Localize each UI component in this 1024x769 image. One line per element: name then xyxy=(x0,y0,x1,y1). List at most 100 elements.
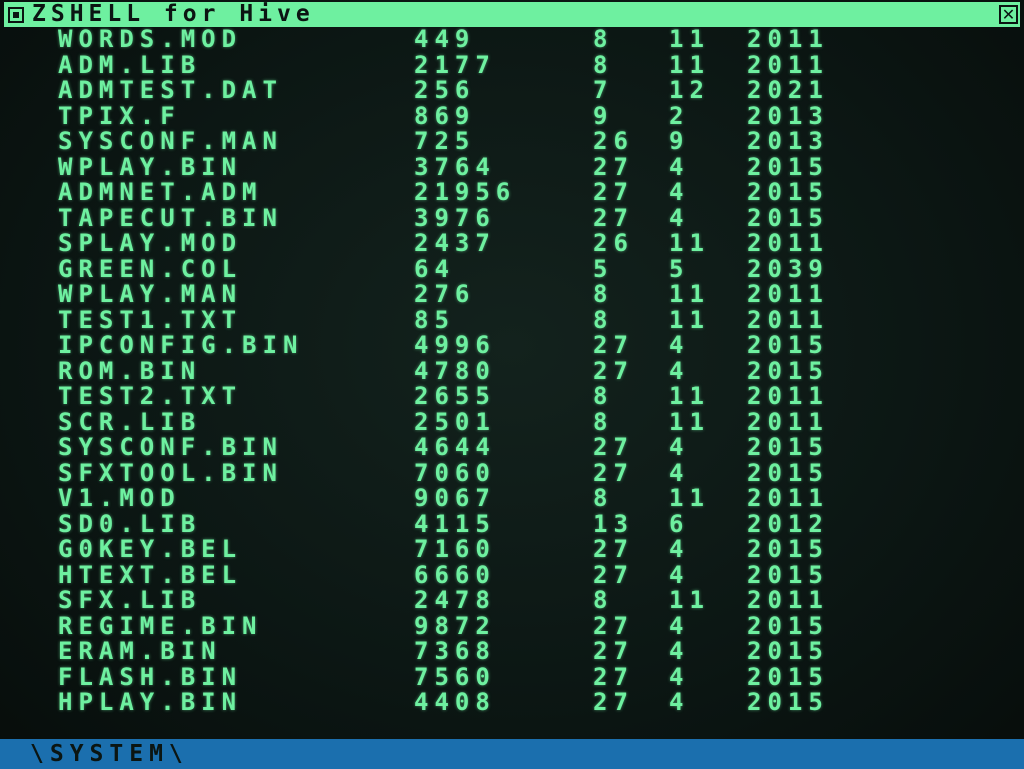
file-year: 2015 xyxy=(747,152,829,181)
file-row[interactable]: G0KEY.BEL 7160 27 4 2015 xyxy=(0,537,1024,562)
file-row[interactable]: TPIX.F 869 9 2 2013 xyxy=(0,101,1024,130)
file-size: 7160 xyxy=(414,535,496,563)
file-year: 2015 xyxy=(747,203,829,232)
file-row[interactable]: TEST1.TXT 85 8 11 2011 xyxy=(0,305,1024,334)
file-size: 3976 xyxy=(414,203,496,232)
file-day: 5 xyxy=(593,254,614,283)
file-day: 27 xyxy=(593,637,634,665)
file-month: 4 xyxy=(669,152,690,181)
file-day: 27 xyxy=(593,688,634,716)
file-day: 27 xyxy=(593,535,634,563)
status-bar: \SYSTEM\ xyxy=(0,739,1024,769)
file-row[interactable]: V1.MOD 9067 8 11 2011 xyxy=(0,486,1024,511)
file-month: 6 xyxy=(669,509,690,538)
file-month: 11 xyxy=(669,407,710,436)
file-size: 2177 xyxy=(414,50,496,79)
file-size: 276 xyxy=(414,280,476,308)
file-month: 11 xyxy=(669,382,710,410)
file-day: 27 xyxy=(593,560,634,589)
close-icon[interactable]: ✕ xyxy=(999,5,1018,24)
file-row[interactable]: SYSCONF.BIN 4644 27 4 2015 xyxy=(0,435,1024,460)
file-row[interactable]: ADMTEST.DAT 256 7 12 2021 xyxy=(0,78,1024,103)
file-row[interactable]: WORDS.MOD 449 8 11 2011 xyxy=(0,27,1024,52)
file-row[interactable]: ADMNET.ADM 21956 27 4 2015 xyxy=(0,180,1024,205)
file-size: 4408 xyxy=(414,688,496,716)
file-name: ROM.BIN xyxy=(58,356,202,385)
file-size: 2501 xyxy=(414,407,496,436)
file-size: 7368 xyxy=(414,637,496,665)
file-month: 11 xyxy=(669,484,710,512)
file-day: 13 xyxy=(593,509,634,538)
file-name: G0KEY.BEL xyxy=(58,535,243,563)
current-directory: \SYSTEM\ xyxy=(30,741,189,767)
file-day: 8 xyxy=(593,50,614,79)
file-year: 2015 xyxy=(747,688,829,716)
file-year: 2015 xyxy=(747,178,829,206)
file-row[interactable]: SFXTOOL.BIN 7060 27 4 2015 xyxy=(0,458,1024,487)
file-day: 7 xyxy=(593,76,614,104)
file-row[interactable]: TEST2.TXT 2655 8 11 2011 xyxy=(0,384,1024,409)
file-month: 4 xyxy=(669,458,690,487)
file-row[interactable]: SD0.LIB 4115 13 6 2012 xyxy=(0,509,1024,538)
file-size: 4780 xyxy=(414,356,496,385)
file-month: 4 xyxy=(669,356,690,385)
file-size: 725 xyxy=(414,127,476,155)
file-name: ADM.LIB xyxy=(58,50,202,79)
file-row[interactable]: SFX.LIB 2478 8 11 2011 xyxy=(0,588,1024,613)
file-year: 2021 xyxy=(747,76,829,104)
file-row[interactable]: ROM.BIN 4780 27 4 2015 xyxy=(0,356,1024,385)
file-month: 4 xyxy=(669,637,690,665)
file-year: 2011 xyxy=(747,280,829,308)
file-year: 2011 xyxy=(747,229,829,257)
file-size: 2655 xyxy=(414,382,496,410)
file-name: REGIME.BIN xyxy=(58,611,263,640)
file-row[interactable]: SCR.LIB 2501 8 11 2011 xyxy=(0,407,1024,436)
file-day: 27 xyxy=(593,152,634,181)
file-day: 27 xyxy=(593,178,634,206)
file-day: 8 xyxy=(593,407,614,436)
file-year: 2015 xyxy=(747,611,829,640)
file-row[interactable]: HTEXT.BEL 6660 27 4 2015 xyxy=(0,560,1024,589)
file-row[interactable]: TAPECUT.BIN 3976 27 4 2015 xyxy=(0,203,1024,232)
file-size: 4644 xyxy=(414,433,496,461)
file-name: WPLAY.MAN xyxy=(58,280,243,308)
file-size: 21956 xyxy=(414,178,517,206)
file-row[interactable]: IPCONFIG.BIN 4996 27 4 2015 xyxy=(0,333,1024,358)
file-row[interactable]: WPLAY.MAN 276 8 11 2011 xyxy=(0,282,1024,307)
file-row[interactable]: ERAM.BIN 7368 27 4 2015 xyxy=(0,639,1024,664)
file-name: IPCONFIG.BIN xyxy=(58,331,304,359)
file-row[interactable]: REGIME.BIN 9872 27 4 2015 xyxy=(0,611,1024,640)
file-list[interactable]: WORDS.MOD 449 8 11 2011 ADM.LIB 2177 8 11 2011 ADM… xyxy=(0,27,1024,739)
file-name: V1.MOD xyxy=(58,484,181,512)
file-name: HPLAY.BIN xyxy=(58,688,243,716)
file-name: SCR.LIB xyxy=(58,407,202,436)
file-size: 869 xyxy=(414,101,476,130)
file-row[interactable]: SYSCONF.MAN 725 26 9 2013 xyxy=(0,129,1024,154)
file-row[interactable]: FLASH.BIN 7560 27 4 2015 xyxy=(0,662,1024,691)
file-month: 4 xyxy=(669,662,690,691)
file-row[interactable]: HPLAY.BIN 4408 27 4 2015 xyxy=(0,690,1024,715)
file-day: 8 xyxy=(593,382,614,410)
file-day: 8 xyxy=(593,586,614,614)
file-row[interactable]: SPLAY.MOD 2437 26 11 2011 xyxy=(0,231,1024,256)
file-row[interactable]: GREEN.COL 64 5 5 2039 xyxy=(0,254,1024,283)
file-row[interactable]: WPLAY.BIN 3764 27 4 2015 xyxy=(0,152,1024,181)
file-name: TEST1.TXT xyxy=(58,305,243,334)
file-size: 85 xyxy=(414,305,455,334)
file-year: 2015 xyxy=(747,331,829,359)
file-day: 26 xyxy=(593,127,634,155)
file-year: 2015 xyxy=(747,356,829,385)
crt-screen: ZSHELL for Hive ✕ WORDS.MOD 449 8 11 2011 ADM… xyxy=(0,0,1024,769)
title-bar[interactable]: ZSHELL for Hive ✕ xyxy=(4,2,1020,27)
file-name: SPLAY.MOD xyxy=(58,229,243,257)
file-name: WPLAY.BIN xyxy=(58,152,243,181)
file-name: TPIX.F xyxy=(58,101,181,130)
file-name: ADMTEST.DAT xyxy=(58,76,283,104)
file-size: 7060 xyxy=(414,458,496,487)
file-day: 8 xyxy=(593,484,614,512)
file-month: 4 xyxy=(669,688,690,716)
file-name: FLASH.BIN xyxy=(58,662,243,691)
window-menu-icon[interactable] xyxy=(8,6,24,23)
file-name: SYSCONF.BIN xyxy=(58,433,283,461)
file-row[interactable]: ADM.LIB 2177 8 11 2011 xyxy=(0,50,1024,79)
